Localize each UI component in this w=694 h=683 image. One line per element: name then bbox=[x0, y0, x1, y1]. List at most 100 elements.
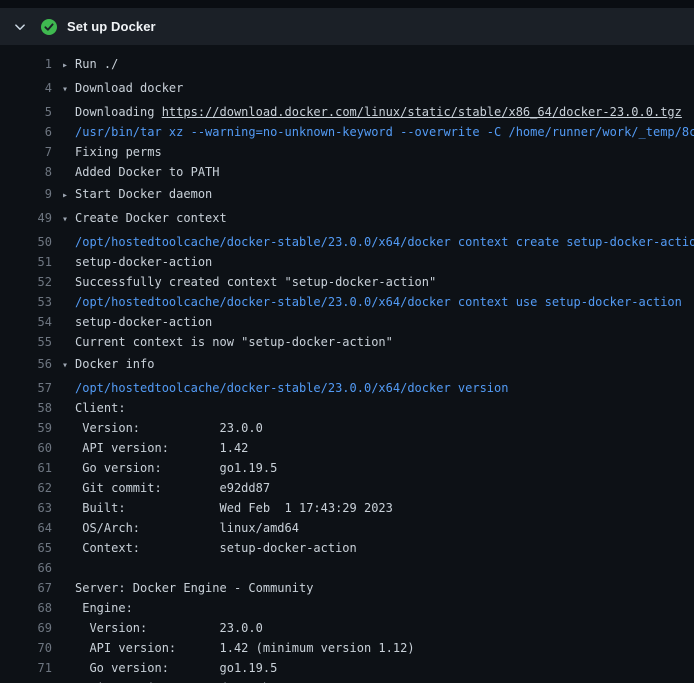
line-number[interactable]: 51 bbox=[0, 252, 52, 272]
log-line: 62 Git commit: e92dd87 bbox=[0, 478, 694, 498]
line-content: setup-docker-action bbox=[52, 312, 694, 332]
line-content: /usr/bin/tar xz --warning=no-unknown-key… bbox=[52, 122, 694, 142]
line-content: ▾Docker info bbox=[52, 354, 694, 376]
log-line: 63 Built: Wed Feb 1 17:43:29 2023 bbox=[0, 498, 694, 518]
log-link[interactable]: https://download.docker.com/linux/static… bbox=[162, 105, 682, 119]
line-number[interactable]: 62 bbox=[0, 478, 52, 498]
log-line: 72 Git commit: d7573ab bbox=[0, 678, 694, 683]
line-number[interactable]: 69 bbox=[0, 618, 52, 638]
log-text: Added Docker to PATH bbox=[75, 165, 220, 179]
line-number[interactable]: 4 bbox=[0, 78, 52, 98]
line-content: Built: Wed Feb 1 17:43:29 2023 bbox=[52, 498, 694, 518]
log-text: Go version: go1.19.5 bbox=[75, 461, 277, 475]
log-line: 58 Client: bbox=[0, 398, 694, 418]
log-text: Docker info bbox=[75, 357, 154, 371]
line-number[interactable]: 63 bbox=[0, 498, 52, 518]
line-number[interactable]: 66 bbox=[0, 558, 52, 578]
line-number[interactable]: 53 bbox=[0, 292, 52, 312]
log-line: 60 API version: 1.42 bbox=[0, 438, 694, 458]
line-number[interactable]: 61 bbox=[0, 458, 52, 478]
line-number[interactable]: 60 bbox=[0, 438, 52, 458]
log-line: 6/usr/bin/tar xz --warning=no-unknown-ke… bbox=[0, 122, 694, 142]
log-text: Git commit: e92dd87 bbox=[75, 481, 270, 495]
line-number[interactable]: 65 bbox=[0, 538, 52, 558]
line-number[interactable]: 54 bbox=[0, 312, 52, 332]
line-number[interactable]: 59 bbox=[0, 418, 52, 438]
log-group-row[interactable]: 49▾Create Docker context bbox=[0, 208, 694, 230]
line-content bbox=[52, 558, 694, 578]
line-number[interactable]: 72 bbox=[0, 678, 52, 683]
log-group-row[interactable]: 1 ▸Run ./ bbox=[0, 54, 694, 76]
log-line: 51setup-docker-action bbox=[0, 252, 694, 272]
log-line: 54 setup-docker-action bbox=[0, 312, 694, 332]
collapse-group-icon[interactable]: ▾ bbox=[62, 356, 75, 376]
log-text: Downloading bbox=[75, 105, 162, 119]
success-check-icon bbox=[41, 19, 57, 35]
chevron-down-icon[interactable] bbox=[14, 21, 26, 33]
line-number[interactable]: 57 bbox=[0, 378, 52, 398]
log-text: Context: setup-docker-action bbox=[75, 541, 357, 555]
log-line: 55Current context is now "setup-docker-a… bbox=[0, 332, 694, 352]
log-text: Client: bbox=[75, 401, 126, 415]
line-content: ▾Create Docker context bbox=[52, 208, 694, 230]
line-content: /opt/hostedtoolcache/docker-stable/23.0.… bbox=[52, 292, 694, 312]
step-header[interactable]: Set up Docker bbox=[0, 8, 694, 45]
line-content: setup-docker-action bbox=[52, 252, 694, 272]
log-line: 69 Version: 23.0.0 bbox=[0, 618, 694, 638]
log-text: Run ./ bbox=[75, 57, 118, 71]
line-content: Context: setup-docker-action bbox=[52, 538, 694, 558]
log-command-text: /opt/hostedtoolcache/docker-stable/23.0.… bbox=[75, 295, 682, 309]
line-number[interactable]: 6 bbox=[0, 122, 52, 142]
line-content: OS/Arch: linux/amd64 bbox=[52, 518, 694, 538]
line-content: Successfully created context "setup-dock… bbox=[52, 272, 694, 292]
line-number[interactable]: 5 bbox=[0, 102, 52, 122]
expand-group-icon[interactable]: ▸ bbox=[62, 186, 75, 206]
line-number[interactable]: 55 bbox=[0, 332, 52, 352]
page-background-strip bbox=[0, 0, 694, 8]
log-line: 71 Go version: go1.19.5 bbox=[0, 658, 694, 678]
line-number[interactable]: 8 bbox=[0, 162, 52, 182]
log-line: 67Server: Docker Engine - Community bbox=[0, 578, 694, 598]
line-number[interactable]: 52 bbox=[0, 272, 52, 292]
log-text: Start Docker daemon bbox=[75, 187, 212, 201]
line-number[interactable]: 71 bbox=[0, 658, 52, 678]
line-number[interactable]: 49 bbox=[0, 208, 52, 228]
collapse-group-icon[interactable]: ▾ bbox=[62, 210, 75, 230]
line-content: Go version: go1.19.5 bbox=[52, 458, 694, 478]
line-content: Fixing perms bbox=[52, 142, 694, 162]
log-line: 65 Context: setup-docker-action bbox=[0, 538, 694, 558]
line-number[interactable]: 9 bbox=[0, 184, 52, 204]
log-text: Version: 23.0.0 bbox=[75, 621, 263, 635]
line-content: Git commit: e92dd87 bbox=[52, 478, 694, 498]
line-content: ▸Start Docker daemon bbox=[52, 184, 694, 206]
line-content: API version: 1.42 bbox=[52, 438, 694, 458]
log-text: Built: Wed Feb 1 17:43:29 2023 bbox=[75, 501, 393, 515]
line-content: ▾Download docker bbox=[52, 78, 694, 100]
log-text: Engine: bbox=[75, 601, 133, 615]
line-number[interactable]: 7 bbox=[0, 142, 52, 162]
workflow-log-panel: Set up Docker 1▸Run ./4▾Download docker5… bbox=[0, 0, 694, 683]
line-content: Git commit: d7573ab bbox=[52, 678, 694, 683]
line-number[interactable]: 68 bbox=[0, 598, 52, 618]
line-number[interactable]: 50 bbox=[0, 232, 52, 252]
line-number[interactable]: 67 bbox=[0, 578, 52, 598]
line-number[interactable]: 56 bbox=[0, 354, 52, 374]
line-content: API version: 1.42 (minimum version 1.12) bbox=[52, 638, 694, 658]
line-content: Added Docker to PATH bbox=[52, 162, 694, 182]
line-number[interactable]: 1 bbox=[0, 54, 52, 74]
log-group-row[interactable]: 9▸Start Docker daemon bbox=[0, 184, 694, 206]
line-number[interactable]: 58 bbox=[0, 398, 52, 418]
line-number[interactable]: 64 bbox=[0, 518, 52, 538]
log-command-text: /opt/hostedtoolcache/docker-stable/23.0.… bbox=[75, 381, 508, 395]
log-line: 64 OS/Arch: linux/amd64 bbox=[0, 518, 694, 538]
log-group-row[interactable]: 56▾Docker info bbox=[0, 354, 694, 376]
log-line: 70 API version: 1.42 (minimum version 1.… bbox=[0, 638, 694, 658]
line-number[interactable]: 70 bbox=[0, 638, 52, 658]
expand-group-icon[interactable]: ▸ bbox=[62, 56, 75, 76]
collapse-group-icon[interactable]: ▾ bbox=[62, 80, 75, 100]
log-text: API version: 1.42 (minimum version 1.12) bbox=[75, 641, 415, 655]
log-group-row[interactable]: 4▾Download docker bbox=[0, 78, 694, 100]
line-content: /opt/hostedtoolcache/docker-stable/23.0.… bbox=[52, 232, 694, 252]
log-text: setup-docker-action bbox=[75, 315, 212, 329]
line-content: Downloading https://download.docker.com/… bbox=[52, 102, 694, 122]
